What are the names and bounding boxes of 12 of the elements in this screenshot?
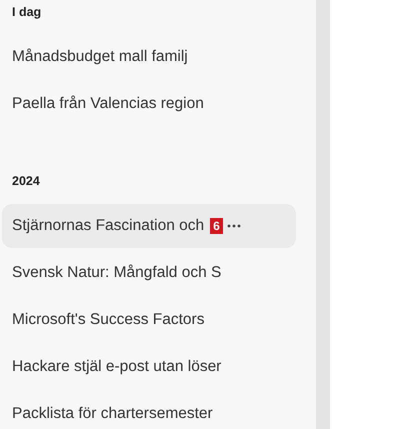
chat-item[interactable]: Månadsbudget mall familj [2,35,296,79]
chat-item[interactable]: Hackare stjäl e-post utan löser [2,345,296,389]
chat-item[interactable]: Paella från Valencias region [2,82,296,126]
count-badge: 6 [210,218,223,234]
chat-item[interactable]: Svensk Natur: Mångfald och S [2,251,296,295]
section-heading: I dag [11,4,42,21]
scrollbar[interactable] [316,0,330,429]
chat-item[interactable]: Microsoft's Success Factors [2,298,296,342]
more-icon[interactable] [226,224,241,228]
section-heading: 2024 [11,173,41,190]
chat-item[interactable]: Packlista för chartersemester [2,392,296,429]
chat-item[interactable]: Stjärnornas Fascination och 6 [2,204,296,248]
